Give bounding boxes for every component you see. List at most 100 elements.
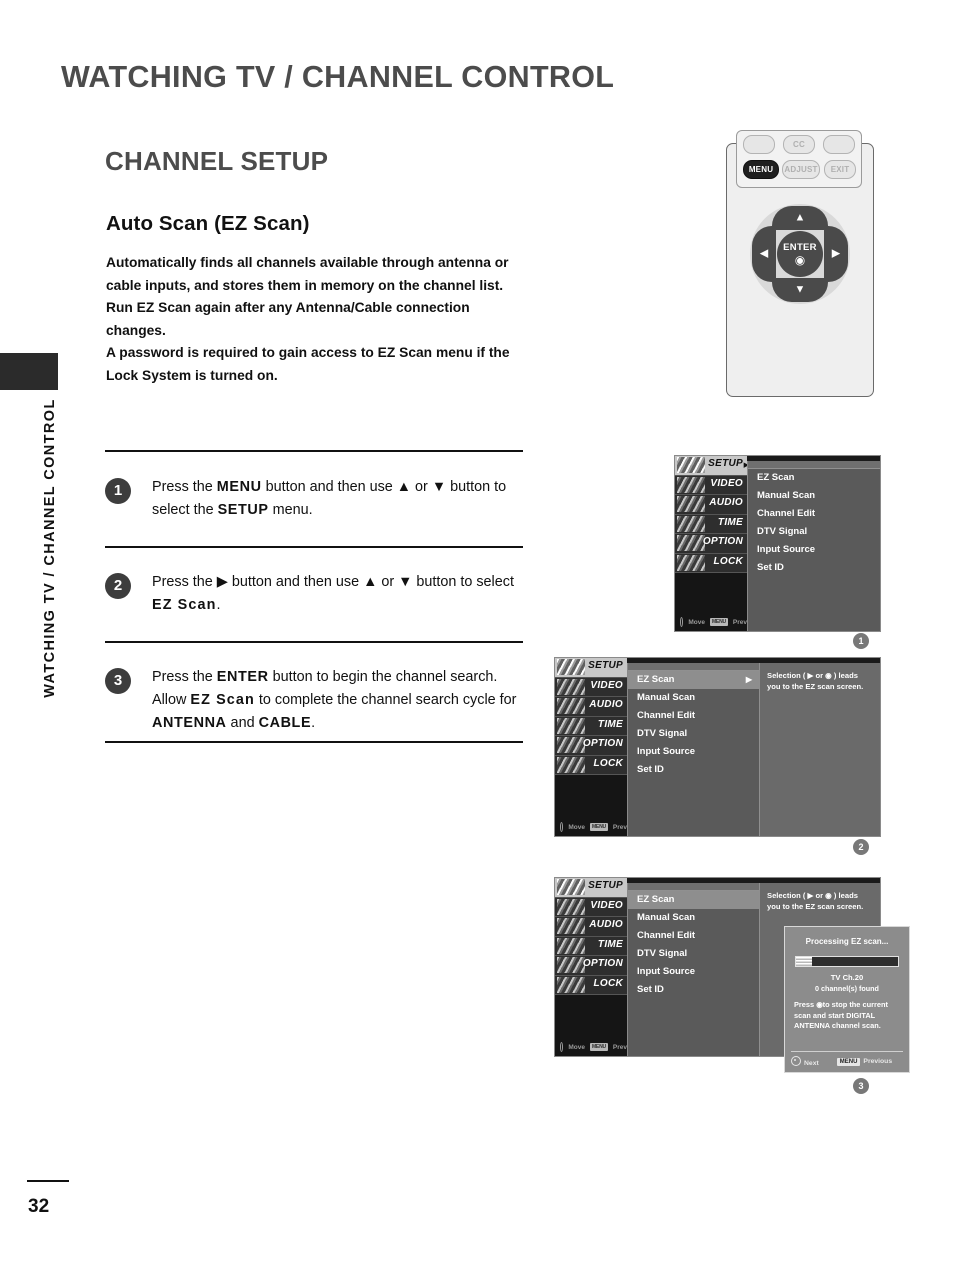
enter-dot-icon: ◉ <box>794 253 806 267</box>
osd-menu-item[interactable]: DTV Signal <box>628 945 760 963</box>
osd-menu-item[interactable]: Input Source <box>748 541 880 559</box>
osd-sidebar-item-audio[interactable]: AUDIO <box>675 495 747 515</box>
section-title: CHANNEL SETUP <box>105 146 329 176</box>
osd-menu-item[interactable]: EZ Scan <box>748 469 880 487</box>
osd-sidebar-item-time[interactable]: TIME <box>675 514 747 534</box>
osd-sidebar-thumbnail-icon <box>557 957 585 973</box>
osd-sidebar-thumbnail-icon <box>557 937 585 954</box>
osd-sidebar-thumbnail-icon <box>557 698 585 714</box>
osd-sidebar-footer: Move MENU Prev <box>555 821 627 833</box>
dpad-up-button[interactable]: ▲ <box>772 206 828 230</box>
osd-sidebar-item-option[interactable]: OPTION <box>675 534 747 554</box>
remote-button-menu[interactable]: MENU <box>743 160 779 179</box>
osd-sidebar-thumbnail-icon <box>677 535 705 551</box>
remote-button-blank-left[interactable] <box>743 135 775 154</box>
osd-menu-item[interactable]: Set ID <box>628 981 760 999</box>
osd-menu-item[interactable]: Manual Scan <box>628 909 760 927</box>
navigation-pad-icon <box>560 822 564 832</box>
osd-sidebar-item-audio[interactable]: AUDIO <box>555 917 627 937</box>
osd-footer-move-label: Move <box>568 1043 585 1051</box>
osd-menu-item[interactable]: DTV Signal <box>628 725 760 743</box>
osd-sidebar-item-lock[interactable]: LOCK <box>555 975 627 995</box>
divider-2 <box>105 641 523 643</box>
intro-paragraph-2: Run EZ Scan again after any Antenna/Cabl… <box>106 300 470 338</box>
osd-sidebar-item-video[interactable]: VIDEO <box>555 897 627 917</box>
osd-footer-prev-label: Prev <box>732 618 747 626</box>
osd1-menu-list: EZ Scan Manual Scan Channel Edit DTV Signal… <box>747 461 880 631</box>
menu-key-icon: MENU <box>836 1058 861 1066</box>
osd-sidebar-item-time[interactable]: TIME <box>555 936 627 956</box>
chevron-right-icon: ▶ <box>745 675 752 684</box>
osd-sidebar-label: AUDIO <box>709 497 743 508</box>
step-2: 2 Press the ▶ button and then use ▲ or ▼… <box>105 571 525 617</box>
dpad-left-button[interactable]: ◀ <box>752 226 776 282</box>
osd-sidebar-thumbnail-icon <box>557 918 585 934</box>
osd-sidebar-item-time[interactable]: TIME <box>555 716 627 736</box>
osd-menu-item[interactable]: EZ Scan <box>628 891 760 909</box>
figure-badge-2: 2 <box>853 839 869 855</box>
osd-sidebar-item-setup[interactable]: SETUP▶ <box>675 456 747 476</box>
osd-menu-item[interactable]: Input Source <box>628 963 760 981</box>
osd-menu-item[interactable]: EZ Scan ▶ <box>628 671 760 689</box>
osd-sidebar-thumbnail-icon <box>557 756 585 773</box>
osd-sidebar-item-lock[interactable]: LOCK <box>555 755 627 775</box>
osd-sidebar-label: SETUP <box>588 880 623 891</box>
osd-sidebar-label: AUDIO <box>589 699 623 710</box>
osd-menu-item[interactable]: Manual Scan <box>748 487 880 505</box>
page-title: WATCHING TV / CHANNEL CONTROL <box>61 60 615 94</box>
remote-button-cc[interactable]: CC <box>783 135 815 154</box>
osd-sidebar-label: SETUP <box>588 660 623 671</box>
osd-sidebar-item-setup[interactable]: SETUP <box>555 878 627 898</box>
osd-sidebar-item-video[interactable]: VIDEO <box>675 475 747 495</box>
osd-sidebar-label: VIDEO <box>710 477 743 489</box>
divider-3 <box>105 741 523 743</box>
osd-sidebar-thumbnail-icon <box>557 737 585 753</box>
osd2-sidebar: SETUP VIDEO AUDIO TIME OPTION LOCK Move MENU Pre… <box>555 658 627 836</box>
remote-button-blank-right[interactable] <box>823 135 855 154</box>
osd-sidebar-item-setup[interactable]: SETUP <box>555 658 627 678</box>
osd-sidebar-label: TIME <box>597 938 623 950</box>
osd-sidebar-item-option[interactable]: OPTION <box>555 956 627 976</box>
osd-sidebar-label: TIME <box>717 516 743 528</box>
remote-button-exit[interactable]: EXIT <box>824 160 856 179</box>
osd-sidebar-item-audio[interactable]: AUDIO <box>555 697 627 717</box>
arrow-up-icon: ▲ <box>794 211 806 224</box>
intro-text: Automatically finds all channels availab… <box>106 252 526 387</box>
step-3-number: 3 <box>105 668 131 694</box>
osd-menu-item[interactable]: Channel Edit <box>748 505 880 523</box>
dpad-down-button[interactable]: ▼ <box>772 278 828 302</box>
osd-sidebar-item-video[interactable]: VIDEO <box>555 677 627 697</box>
osd-menu-item[interactable]: Set ID <box>628 761 760 779</box>
osd-sidebar-thumbnail-icon <box>677 554 705 571</box>
osd-menu-item[interactable]: Channel Edit <box>628 927 760 945</box>
footer-divider <box>27 1180 69 1182</box>
dialog-next-label: Next <box>804 1060 819 1067</box>
dpad-right-button[interactable]: ▶ <box>824 226 848 282</box>
osd-sidebar-thumbnail-icon <box>557 898 585 915</box>
dialog-channel: TV Ch.20 <box>830 973 864 982</box>
osd-sidebar-thumbnail-icon <box>677 457 705 473</box>
step-2-number: 2 <box>105 573 131 599</box>
processing-dialog: Processing EZ scan... TV Ch.20 0 channel… <box>784 926 910 1073</box>
page-number: 32 <box>28 1196 50 1217</box>
osd-menu-item[interactable]: DTV Signal <box>748 523 880 541</box>
osd-menu-item[interactable]: Input Source <box>628 743 760 761</box>
menu-key-icon: MENU <box>709 618 728 626</box>
osd-menu-item[interactable]: Channel Edit <box>628 707 760 725</box>
dialog-message: Press ◉to stop the current scan and star… <box>794 1000 888 1030</box>
osd3-list-header <box>628 883 760 891</box>
osd-sidebar-thumbnail-icon <box>677 496 705 512</box>
osd-sidebar-thumbnail-icon <box>557 717 585 734</box>
osd-sidebar-thumbnail-icon <box>557 976 585 993</box>
osd-sidebar-item-option[interactable]: OPTION <box>555 736 627 756</box>
osd-sidebar-label: AUDIO <box>589 919 623 930</box>
osd-sidebar-label: OPTION <box>582 958 623 969</box>
dialog-previous-action[interactable]: MENU Previous <box>836 1058 892 1066</box>
remote-button-adjust[interactable]: ADJUST <box>782 160 820 179</box>
dialog-footer: Next MENU Previous <box>791 1051 903 1067</box>
osd-sidebar-item-lock[interactable]: LOCK <box>675 553 747 573</box>
dialog-next-action[interactable]: Next <box>791 1056 819 1067</box>
osd-menu-item[interactable]: Manual Scan <box>628 689 760 707</box>
osd-menu-item[interactable]: Set ID <box>748 559 880 577</box>
dpad-enter-button[interactable]: ENTER ◉ <box>777 231 823 277</box>
